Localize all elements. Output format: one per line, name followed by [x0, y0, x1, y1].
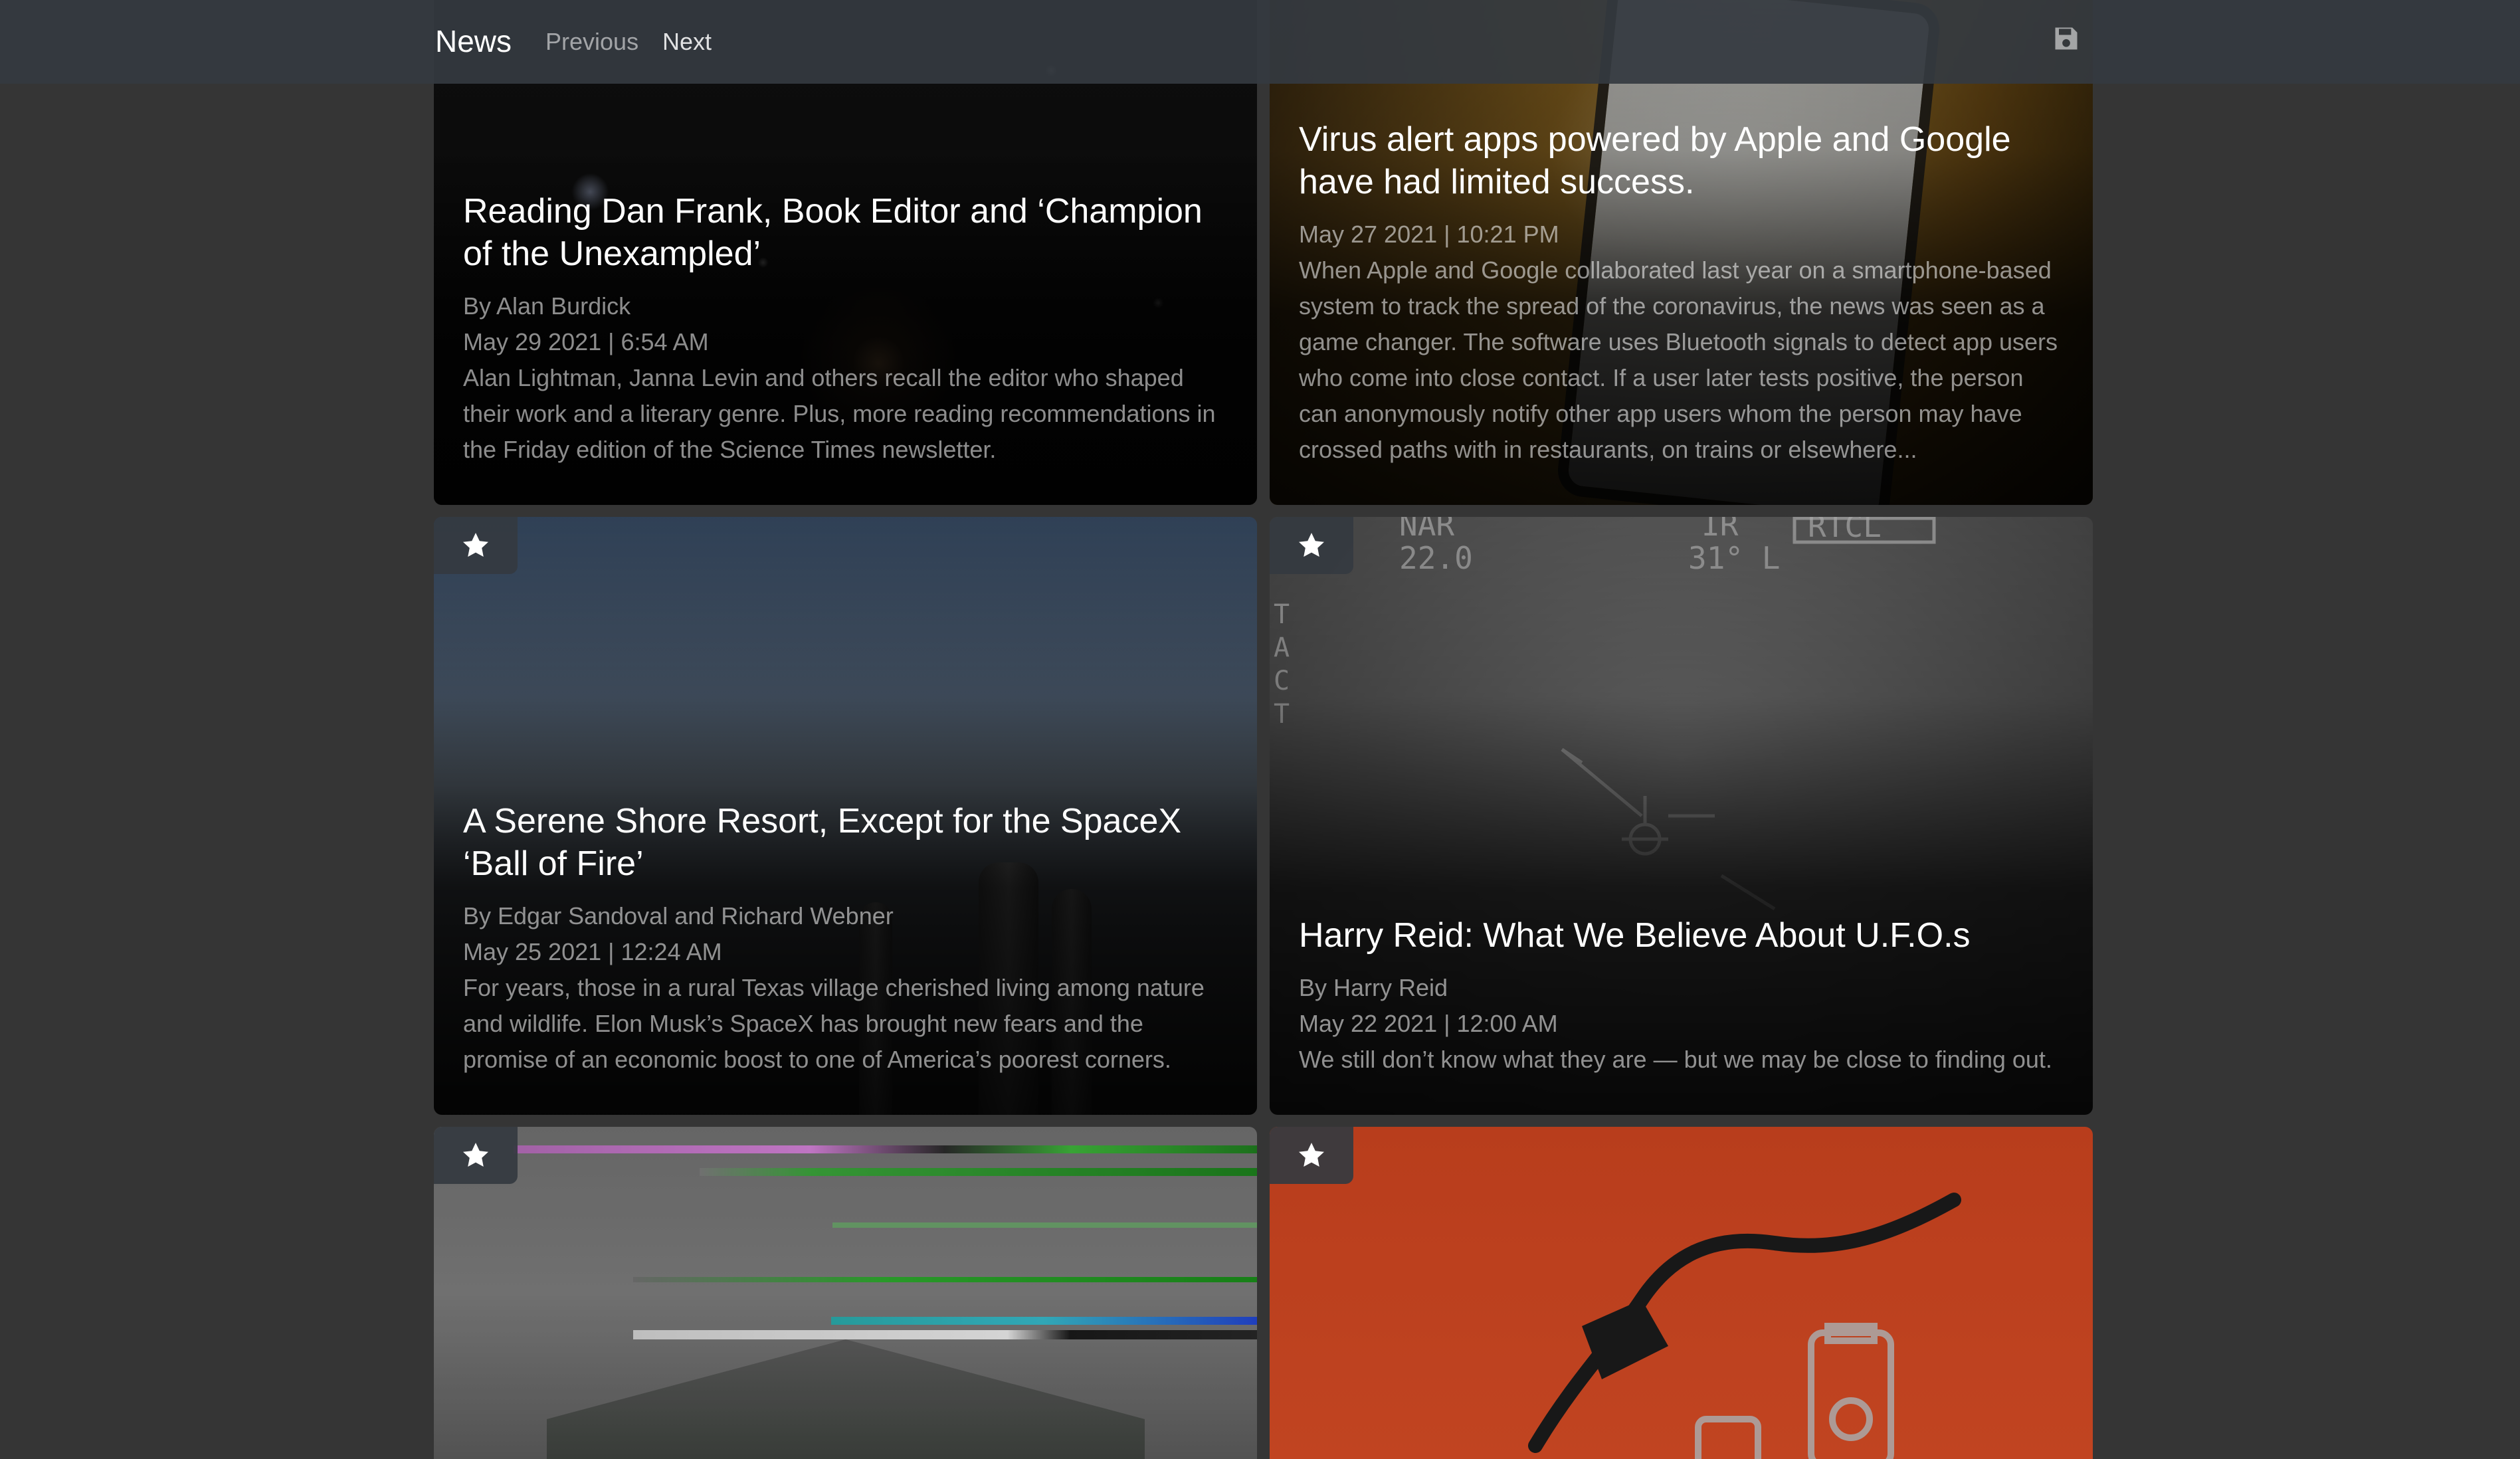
article-date: May 29 2021 | 6:54 AM [463, 328, 709, 355]
star-icon [463, 533, 488, 557]
article-card[interactable]: A Serene Shore Resort, Except for the Sp… [434, 517, 1257, 1115]
favorite-button[interactable] [1270, 517, 1353, 574]
article-summary: For years, those in a rural Texas villag… [463, 974, 1205, 1073]
top-navbar: News Previous Next [0, 0, 2520, 84]
previous-link[interactable]: Previous [545, 25, 638, 58]
article-date: May 27 2021 | 10:21 PM [1299, 221, 1559, 248]
article-byline: By Edgar Sandoval and Richard Webner [463, 902, 894, 929]
article-byline: By Harry Reid [1299, 974, 1448, 1001]
article-summary: Alan Lightman, Janna Levin and others re… [463, 364, 1216, 463]
article-date: May 22 2021 | 12:00 AM [1299, 1010, 1558, 1037]
save-button[interactable] [2052, 24, 2081, 53]
article-byline: By Alan Burdick [463, 292, 631, 320]
favorite-button[interactable] [434, 1127, 518, 1184]
next-link[interactable]: Next [662, 25, 712, 58]
star-icon [1299, 533, 1324, 557]
favorite-button[interactable] [434, 517, 518, 574]
article-title[interactable]: Virus alert apps powered by Apple and Go… [1299, 118, 2064, 203]
article-title[interactable]: A Serene Shore Resort, Except for the Sp… [463, 800, 1228, 885]
star-icon [463, 1143, 488, 1167]
save-icon [2055, 27, 2078, 50]
star-icon [1299, 1143, 1324, 1167]
brand-title[interactable]: News [435, 23, 512, 60]
article-card[interactable]: NAR 22.0 IR 31° L RTCL T A C T H [1270, 517, 2093, 1115]
article-title[interactable]: Harry Reid: What We Believe About U.F.O.… [1299, 914, 2064, 957]
favorite-button[interactable] [1270, 1127, 1353, 1184]
article-date: May 25 2021 | 12:24 AM [463, 938, 722, 965]
article-summary: When Apple and Google collaborated last … [1299, 256, 2058, 463]
article-card[interactable] [1270, 1127, 2093, 1459]
article-card[interactable] [434, 1127, 1257, 1459]
article-grid: Reading Dan Frank, Book Editor and ‘Cham… [0, 0, 2520, 1459]
article-summary: We still don’t know what they are — but … [1299, 1046, 2052, 1073]
article-title[interactable]: Reading Dan Frank, Book Editor and ‘Cham… [463, 190, 1228, 275]
